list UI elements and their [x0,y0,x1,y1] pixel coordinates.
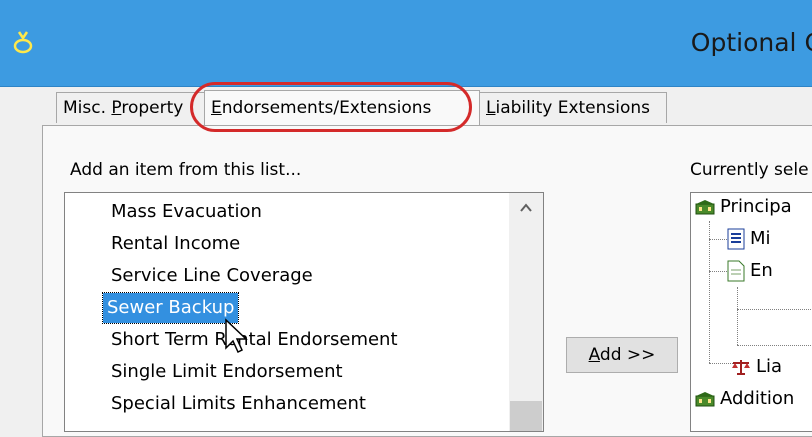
tree-node-endorsements[interactable]: En [727,257,773,285]
list-item[interactable]: Mass Evacuation [107,197,266,227]
tree-node-label: Addition [720,388,795,409]
add-list-label: Add an item from this list... [70,160,302,180]
tree-node-label: En [750,260,773,281]
tab-accelerator: P [111,98,122,118]
tab-label: iability Extensions [495,98,651,118]
tab-misc-property[interactable]: Misc. Property [56,92,206,123]
list-item[interactable]: Rental Income [107,229,244,259]
mouse-pointer-icon [225,318,248,354]
scroll-up-arrow-icon[interactable] [517,199,535,217]
current-selection-label: Currently sele [690,160,809,180]
selected-items-tree[interactable]: Principa Mi En Lia Addition [690,192,812,432]
building-icon [695,392,715,407]
tree-node-label: Mi [750,228,771,249]
tab-label: Misc. [63,98,112,118]
tree-connector [737,345,812,346]
tree-connector [709,363,733,364]
tree-node-principal[interactable]: Principa [695,193,792,221]
tab-liability-extensions[interactable]: Liability Extensions [479,92,667,123]
list-item-selected[interactable]: Sewer Backup [101,292,240,324]
tree-node-label: Principa [720,196,792,217]
ring-icon [13,31,33,54]
list-item[interactable]: Special Limits Enhancement [107,389,370,419]
add-button[interactable]: Add >> [566,337,678,373]
document-icon [727,260,745,282]
title-bar: Optional Cov [0,0,812,87]
tree-node-label: Lia [756,356,783,377]
tab-label: roperty [121,98,184,118]
tree-connector [737,309,812,310]
button-accelerator: A [588,345,600,365]
tree-node-liability[interactable]: Lia [731,353,782,381]
available-items-list[interactable]: Mass Evacuation Rental Income Service Li… [64,192,544,432]
highlight-ring [190,82,472,132]
tree-connector [737,287,738,345]
list-scrollbar[interactable] [509,193,543,431]
scales-icon [732,360,750,375]
building-icon [695,200,715,215]
document-list-icon [727,228,745,250]
window-title: Optional Cov [690,28,812,57]
tree-node-misc[interactable]: Mi [727,225,771,253]
list-item[interactable]: Single Limit Endorsement [107,357,347,387]
scroll-thumb[interactable] [510,401,542,431]
list-item[interactable]: Service Line Coverage [107,261,317,291]
tree-connector [709,221,710,363]
list-item[interactable]: Short Term Rental Endorsement [107,325,402,355]
tree-connector [709,271,727,272]
tree-connector [709,239,727,240]
button-label: dd >> [599,345,656,365]
tree-node-additional[interactable]: Addition [695,385,794,413]
